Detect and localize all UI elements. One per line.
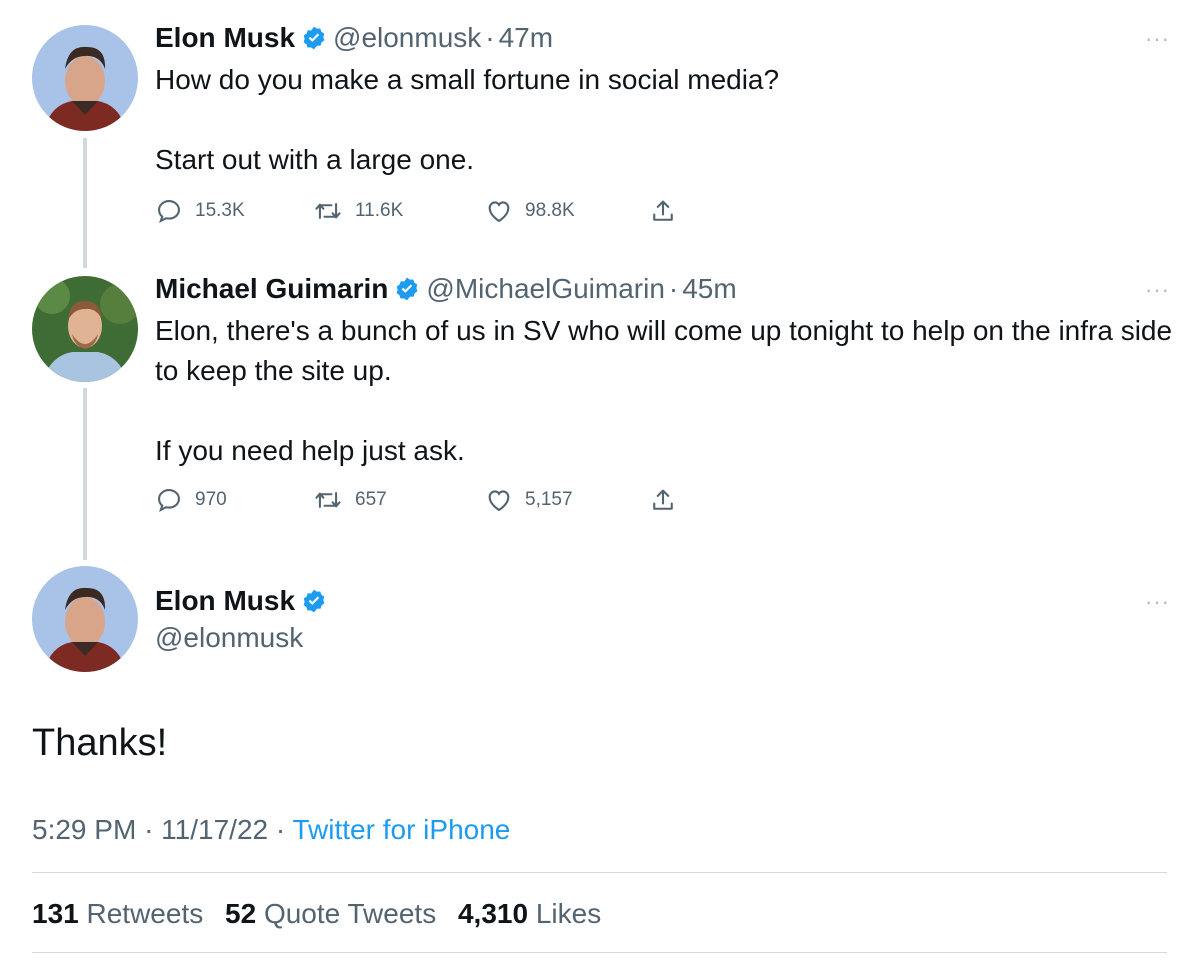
reply-icon — [158, 200, 180, 224]
thread-connector — [83, 138, 87, 268]
tweet-paragraph: How do you make a small fortune in socia… — [155, 64, 780, 95]
retweet-count: 657 — [355, 489, 387, 510]
avatar[interactable] — [32, 25, 138, 131]
quotes-count: 52 — [225, 898, 257, 929]
retweets-stat[interactable]: 131 Retweets — [32, 898, 203, 929]
retweets-label: Retweets — [86, 898, 204, 929]
thread-connector — [83, 388, 87, 560]
reply-count: 970 — [195, 489, 227, 510]
tweet-meta: 5:29 PM · 11/17/22 · Twitter for iPhone — [32, 812, 510, 848]
share-icon — [653, 489, 673, 510]
reply-icon — [158, 489, 180, 513]
retweets-count: 131 — [32, 898, 79, 929]
author-name[interactable]: Michael Guimarin — [155, 273, 388, 304]
like-count: 98.8K — [525, 200, 575, 221]
separator: · — [144, 814, 154, 845]
avatar[interactable] — [32, 276, 138, 382]
more-icon[interactable]: ··· — [1145, 277, 1170, 303]
like-icon — [488, 490, 510, 512]
like-button[interactable]: 5,157 — [485, 485, 573, 515]
tweet-text: Elon, there's a bunch of us in SV who wi… — [155, 311, 1175, 471]
author-name[interactable]: Elon Musk — [155, 585, 295, 616]
tweet-date[interactable]: 11/17/22 — [161, 814, 268, 845]
tweet-actions: 15.3K 11.6K 98.8K — [155, 196, 715, 226]
tweet-actions: 970 657 5,157 — [155, 485, 715, 515]
avatar[interactable] — [32, 566, 138, 672]
like-count: 5,157 — [525, 489, 573, 510]
tweet-text: Thanks! — [32, 722, 168, 764]
tweet-source-link[interactable]: Twitter for iPhone — [292, 814, 510, 845]
reply-button[interactable]: 15.3K — [155, 196, 245, 226]
tweet-paragraph: If you need help just ask. — [155, 435, 465, 466]
separator: · — [668, 273, 679, 304]
share-button[interactable] — [649, 196, 689, 226]
share-button[interactable] — [649, 485, 689, 515]
likes-stat[interactable]: 4,310 Likes — [458, 898, 601, 929]
reply-count: 15.3K — [195, 200, 245, 221]
retweet-button[interactable]: 11.6K — [313, 196, 403, 226]
engagement-stats: 131 Retweets 52 Quote Tweets 4,310 Likes — [32, 896, 601, 932]
tweet-time[interactable]: 5:29 PM — [32, 814, 136, 845]
tweet-paragraph: Start out with a large one. — [155, 144, 475, 175]
tweet-paragraph: Elon, there's a bunch of us in SV who wi… — [155, 315, 1173, 386]
retweet-button[interactable]: 657 — [313, 485, 387, 515]
retweet-count: 11.6K — [355, 200, 404, 221]
verified-badge-icon — [301, 587, 327, 623]
like-button[interactable]: 98.8K — [485, 196, 575, 226]
quote-tweets-stat[interactable]: 52 Quote Tweets — [225, 898, 436, 929]
verified-badge-icon — [394, 275, 420, 311]
tweet-time[interactable]: 47m — [499, 22, 553, 53]
more-icon[interactable]: ··· — [1145, 26, 1170, 52]
reply-button[interactable]: 970 — [155, 485, 227, 515]
retweet-icon — [315, 492, 341, 508]
author-handle[interactable]: @elonmusk — [333, 22, 481, 53]
author-handle[interactable]: @MichaelGuimarin — [426, 273, 665, 304]
retweet-icon — [315, 203, 341, 219]
more-icon[interactable]: ··· — [1145, 589, 1170, 615]
likes-label: Likes — [535, 898, 602, 929]
author-handle[interactable]: @elonmusk — [155, 620, 303, 656]
author-name[interactable]: Elon Musk — [155, 22, 295, 53]
separator: · — [275, 814, 286, 845]
separator: · — [485, 22, 495, 53]
likes-count: 4,310 — [457, 898, 529, 929]
like-icon — [488, 201, 510, 223]
quotes-label: Quote Tweets — [263, 898, 437, 929]
divider — [32, 952, 1167, 953]
share-icon — [653, 200, 673, 221]
tweet-text: How do you make a small fortune in socia… — [155, 60, 1175, 180]
tweet-time[interactable]: 45m — [682, 273, 736, 304]
divider — [32, 872, 1167, 873]
verified-badge-icon — [301, 24, 327, 60]
